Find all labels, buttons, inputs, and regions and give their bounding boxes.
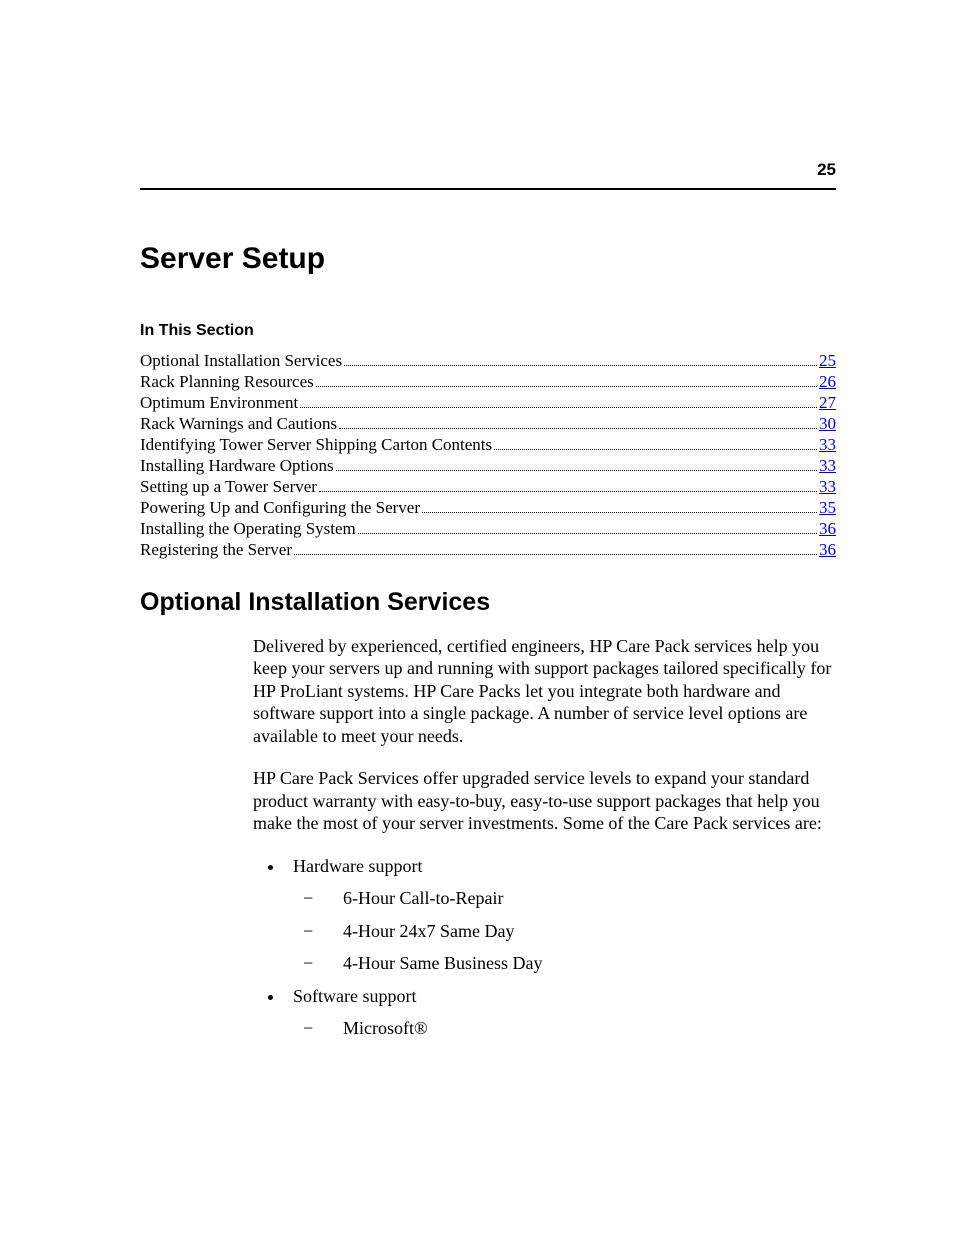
toc-entry: Powering Up and Configuring the Server 35 <box>140 497 836 518</box>
toc-entry: Registering the Server 36 <box>140 539 836 560</box>
toc-dot-leader <box>294 539 817 555</box>
sub-list: −6-Hour Call-to-Repair−4-Hour 24x7 Same … <box>293 887 836 975</box>
page-number: 25 <box>140 160 836 180</box>
toc-entry: Optimum Environment 27 <box>140 392 836 413</box>
toc-entry: Rack Planning Resources 26 <box>140 371 836 392</box>
toc-page-link[interactable]: 27 <box>819 394 836 413</box>
sub-list-item: −4-Hour Same Business Day <box>323 952 836 975</box>
sub-list-item: −6-Hour Call-to-Repair <box>323 887 836 910</box>
section-heading-optional-installation-services: Optional Installation Services <box>140 588 836 617</box>
toc-page-link[interactable]: 36 <box>819 541 836 560</box>
dash-icon: − <box>323 1017 343 1040</box>
toc-entry: Identifying Tower Server Shipping Carton… <box>140 434 836 455</box>
toc-dot-leader <box>319 476 817 492</box>
sub-list: −Microsoft® <box>293 1017 836 1040</box>
toc-dot-leader <box>336 455 817 471</box>
chapter-title: Server Setup <box>140 242 836 276</box>
toc-page-link[interactable]: 33 <box>819 457 836 476</box>
toc-dot-leader <box>339 413 817 429</box>
sub-list-item-label: 4-Hour 24x7 Same Day <box>343 921 514 941</box>
dash-icon: − <box>323 920 343 943</box>
paragraph: HP Care Pack Services offer upgraded ser… <box>253 767 836 835</box>
toc-entry-label: Optimum Environment <box>140 394 298 413</box>
toc-entry: Optional Installation Services 25 <box>140 350 836 371</box>
toc-page-link[interactable]: 33 <box>819 436 836 455</box>
toc-entry-label: Rack Warnings and Cautions <box>140 415 337 434</box>
list-item-label: Hardware support <box>293 856 422 876</box>
bulleted-list: Hardware support−6-Hour Call-to-Repair−4… <box>253 855 836 1040</box>
paragraph: Delivered by experienced, certified engi… <box>253 635 836 748</box>
sub-list-item-label: 4-Hour Same Business Day <box>343 953 542 973</box>
toc-page-link[interactable]: 35 <box>819 499 836 518</box>
toc-entry: Installing the Operating System 36 <box>140 518 836 539</box>
toc-dot-leader <box>316 371 817 387</box>
toc-dot-leader <box>358 518 817 534</box>
sub-list-item-label: Microsoft® <box>343 1018 428 1038</box>
toc-entry-label: Identifying Tower Server Shipping Carton… <box>140 436 492 455</box>
toc-entry-label: Optional Installation Services <box>140 352 342 371</box>
header-rule <box>140 188 836 190</box>
toc-dot-leader <box>494 434 817 450</box>
body-content: Delivered by experienced, certified engi… <box>253 635 836 1040</box>
list-item-label: Software support <box>293 986 416 1006</box>
toc-dot-leader <box>344 350 817 366</box>
toc-entry: Setting up a Tower Server 33 <box>140 476 836 497</box>
toc-entry-label: Setting up a Tower Server <box>140 478 317 497</box>
table-of-contents: Optional Installation Services25Rack Pla… <box>140 350 836 560</box>
toc-page-link[interactable]: 36 <box>819 520 836 539</box>
document-page: 25 Server Setup In This Section Optional… <box>0 0 954 1235</box>
sub-list-item: −Microsoft® <box>323 1017 836 1040</box>
toc-dot-leader <box>300 392 817 408</box>
in-this-section-label: In This Section <box>140 322 836 340</box>
toc-entry-label: Rack Planning Resources <box>140 373 314 392</box>
toc-page-link[interactable]: 33 <box>819 478 836 497</box>
toc-entry: Rack Warnings and Cautions 30 <box>140 413 836 434</box>
sub-list-item-label: 6-Hour Call-to-Repair <box>343 888 503 908</box>
dash-icon: − <box>323 952 343 975</box>
dash-icon: − <box>323 887 343 910</box>
toc-dot-leader <box>422 497 817 513</box>
list-item: Hardware support−6-Hour Call-to-Repair−4… <box>285 855 836 975</box>
toc-entry-label: Registering the Server <box>140 541 292 560</box>
toc-entry: Installing Hardware Options 33 <box>140 455 836 476</box>
sub-list-item: −4-Hour 24x7 Same Day <box>323 920 836 943</box>
toc-page-link[interactable]: 26 <box>819 373 836 392</box>
toc-entry-label: Installing the Operating System <box>140 520 356 539</box>
list-item: Software support −Microsoft® <box>285 985 836 1040</box>
toc-entry-label: Installing Hardware Options <box>140 457 334 476</box>
toc-entry-label: Powering Up and Configuring the Server <box>140 499 420 518</box>
toc-page-link[interactable]: 30 <box>819 415 836 434</box>
toc-page-link[interactable]: 25 <box>819 352 836 371</box>
